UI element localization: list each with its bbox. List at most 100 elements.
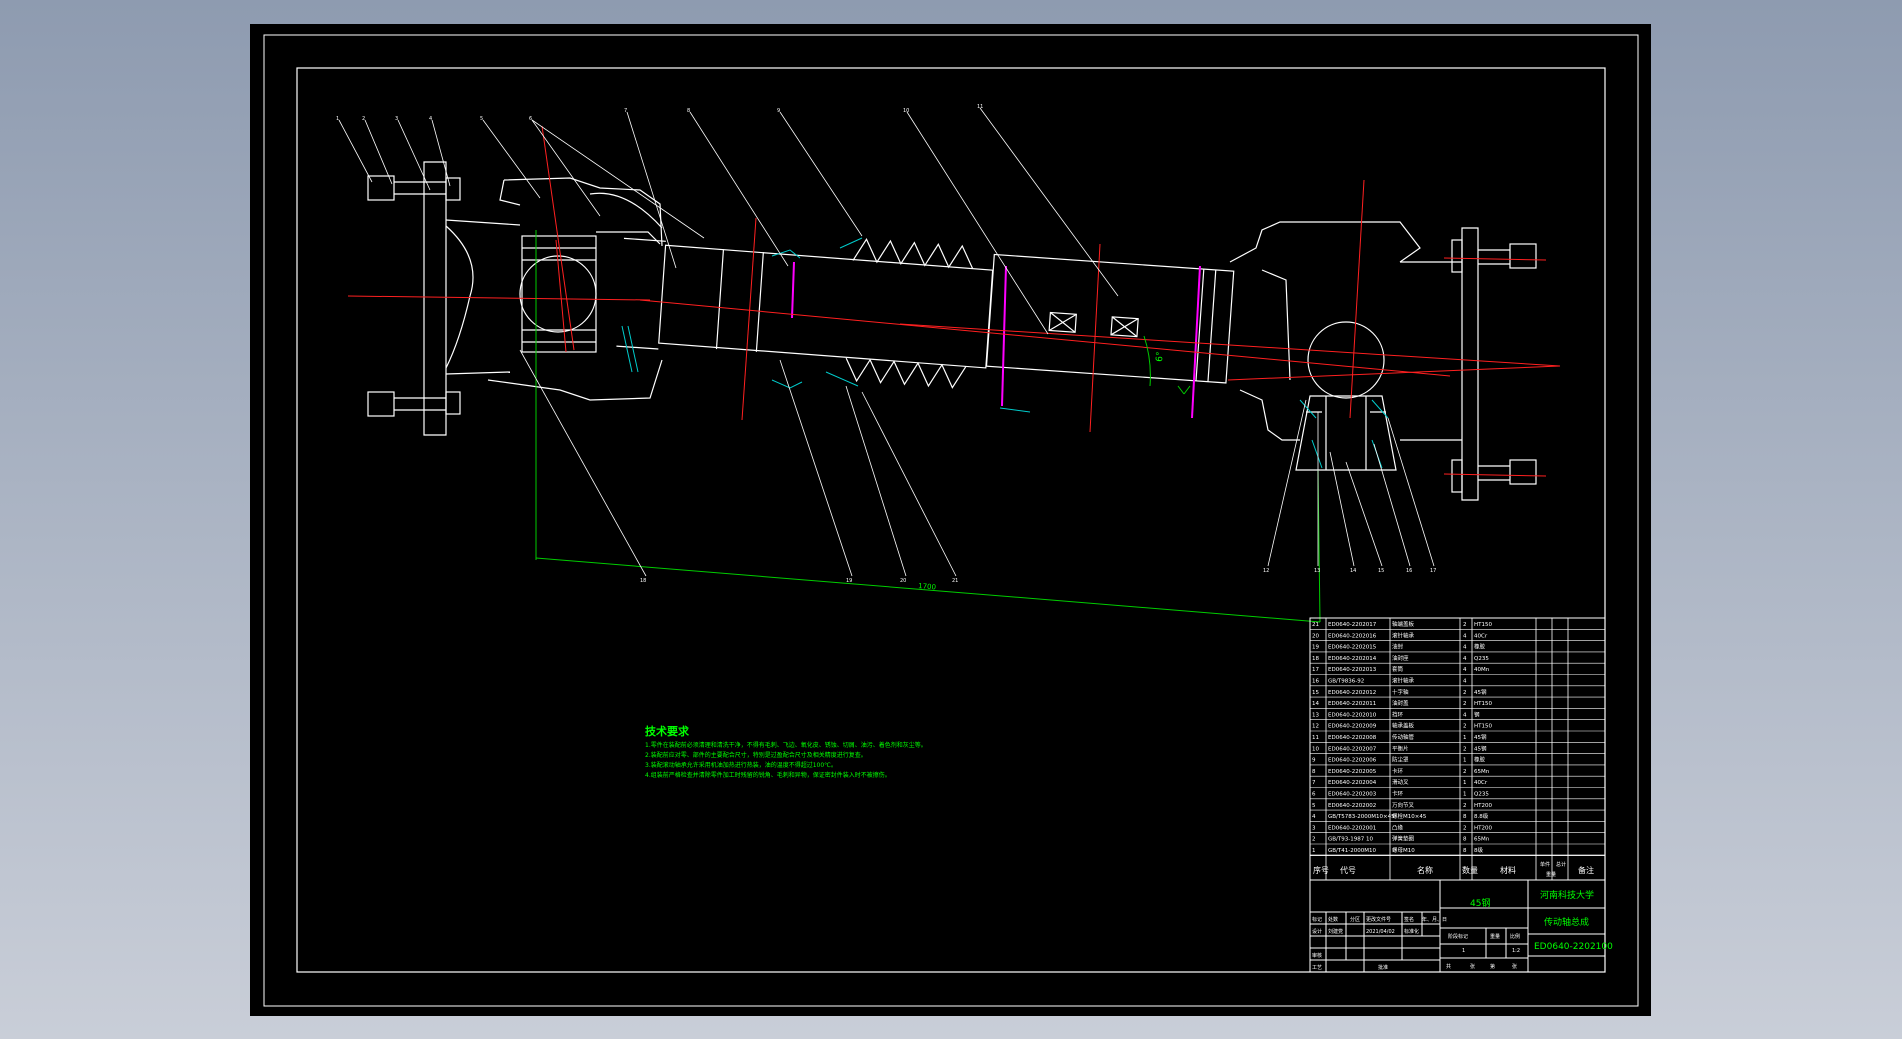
tb-label-ratio: 比例 — [1510, 933, 1520, 940]
bom-cell: 5 — [1312, 803, 1316, 809]
bom-cell: 2 — [1463, 825, 1467, 831]
note-line-2: 2.装配前应对零、部件的主要配合尺寸，特别是过盈配合尺寸及相关精度进行复查。 — [645, 751, 867, 759]
tb-date-value: 2021/04/02 — [1366, 929, 1395, 935]
balloon-15: 15 — [1378, 568, 1384, 574]
bom-cell: 轴端盖板 — [1392, 620, 1415, 628]
balloon-11: 11 — [977, 104, 983, 110]
balloon-4: 4 — [429, 116, 432, 122]
bom-cell: 18 — [1312, 656, 1319, 662]
tb-label-change: 更改文件号 — [1366, 916, 1391, 923]
bom-cell: 油封盖 — [1392, 699, 1409, 707]
tb-school: 河南科技大学 — [1540, 889, 1594, 901]
bom-cell: 40Mn — [1474, 667, 1490, 673]
bom-header-unit: 单件 — [1540, 861, 1550, 868]
bom-cell: 1 — [1463, 758, 1467, 764]
bom-cell: GB/T9836-92 — [1328, 679, 1364, 685]
bom-cell: 套筒 — [1392, 665, 1404, 673]
bom-cell: GB/T93-1987 10 — [1328, 837, 1373, 843]
balloon-1: 1 — [336, 116, 339, 122]
tb-label-sheet: 张 — [1470, 963, 1475, 970]
bom-header-material: 材料 — [1500, 865, 1516, 875]
bom-cell: 钢 — [1474, 710, 1480, 718]
bom-cell: ED0640-2202011 — [1328, 701, 1376, 707]
balloon-12: 12 — [1263, 568, 1269, 574]
tb-label-total: 共 — [1446, 963, 1451, 970]
balloon-5: 5 — [480, 116, 483, 122]
bom-cell: ED0640-2202004 — [1328, 780, 1377, 786]
bom-cell: ED0640-2202015 — [1328, 645, 1377, 651]
bom-cell: 16 — [1312, 679, 1319, 685]
bom-cell: ED0640-2202003 — [1328, 792, 1377, 798]
bom-cell: ED0640-2202010 — [1328, 712, 1377, 718]
tb-label-count: 处数 — [1328, 916, 1338, 923]
bom-cell: 螺母M10 — [1392, 846, 1415, 854]
balloon-20: 20 — [900, 578, 906, 584]
balloon-19: 19 — [846, 578, 852, 584]
bom-cell: 8 — [1463, 837, 1467, 843]
dimension-angle: 6° — [1155, 351, 1166, 362]
bom-cell: 2 — [1463, 769, 1467, 775]
tb-label-check: 审核 — [1312, 952, 1322, 959]
balloon-3: 3 — [395, 116, 398, 122]
bom-cell: ED0640-2202013 — [1328, 667, 1377, 673]
bom-cell: 传动轴管 — [1392, 733, 1415, 741]
bom-cell: 油封座 — [1392, 654, 1409, 662]
bom-cell: ED0640-2202017 — [1328, 622, 1377, 628]
balloon-6: 6 — [529, 116, 532, 122]
bom-cell: 12 — [1312, 724, 1319, 730]
bom-cell: HT150 — [1474, 724, 1492, 730]
bom-cell: 45钢 — [1474, 688, 1487, 696]
cad-drawing-sheet: 1700 6° 1 2 3 4 5 6 7 8 9 10 11 12 13 14… — [250, 24, 1651, 1016]
bom-cell: 2 — [1312, 837, 1316, 843]
bom-cell: 65Mn — [1474, 837, 1490, 843]
bom-cell: 45钢 — [1474, 744, 1487, 752]
bom-header-remark: 备注 — [1578, 865, 1594, 875]
bom-cell: 8级 — [1474, 846, 1483, 854]
bom-cell: 滚针轴承 — [1392, 677, 1415, 685]
tb-material: 45钢 — [1470, 897, 1490, 909]
tb-label-date: 年、月、日 — [1422, 916, 1447, 923]
bom-cell: ED0640-2202009 — [1328, 724, 1377, 730]
bom-cell: 防尘罩 — [1392, 756, 1409, 764]
balloon-10: 10 — [903, 108, 909, 114]
balloon-16: 16 — [1406, 568, 1412, 574]
bom-cell: 11 — [1312, 735, 1319, 741]
bom-cell: ED0640-2202005 — [1328, 769, 1377, 775]
bom-cell: 15 — [1312, 690, 1319, 696]
note-line-3: 3.装配滚动轴承允许采用机油加热进行热装，油的温度不得超过100℃。 — [645, 761, 837, 769]
tb-signer: 刘建党 — [1328, 928, 1343, 935]
bom-cell: 2 — [1463, 622, 1467, 628]
balloon-2: 2 — [362, 116, 365, 122]
bom-header-total: 总计 — [1556, 861, 1566, 868]
bom-cell: 橡胶 — [1474, 756, 1486, 764]
bom-cell: 滑动叉 — [1392, 778, 1409, 786]
bom-cell: 平衡片 — [1392, 744, 1409, 752]
bom-cell: 十字轴 — [1392, 688, 1409, 696]
bom-cell: ED0640-2202001 — [1328, 825, 1376, 831]
tb-label-sheet2: 张 — [1512, 963, 1517, 970]
bom-cell: HT150 — [1474, 622, 1492, 628]
bom-cell: ED0640-2202012 — [1328, 690, 1376, 696]
bom-cell: GB/T41-2000M10 — [1328, 848, 1376, 854]
bom-cell: ED0640-2202002 — [1328, 803, 1376, 809]
bom-cell: 2 — [1463, 746, 1467, 752]
bom-cell: 19 — [1312, 645, 1319, 651]
bom-cell: 8.8级 — [1474, 812, 1489, 820]
note-line-1: 1.零件在装配前必须清理和清洗干净，不得有毛刺、飞边、氧化皮、锈蚀、切屑、油污、… — [645, 741, 927, 749]
tb-drawing-name: 传动轴总成 — [1544, 916, 1589, 928]
tb-label-design: 设计 — [1312, 928, 1322, 935]
balloon-21: 21 — [952, 578, 958, 584]
bom-cell: 4 — [1463, 645, 1467, 651]
bom-cell: ED0640-2202007 — [1328, 746, 1377, 752]
bom-cell: HT200 — [1474, 803, 1492, 809]
bom-header-qty: 数量 — [1462, 865, 1478, 875]
bom-cell: 1 — [1312, 848, 1316, 854]
bom-cell: 油封 — [1392, 643, 1404, 651]
tb-label-sign: 签名 — [1404, 916, 1414, 923]
bom-cell: 1 — [1463, 792, 1467, 798]
note-line-4: 4.组装前严格检查并清除零件加工时残留的锐角、毛刺和异物，保证密封件装入时不被擦… — [645, 771, 891, 779]
balloon-13: 13 — [1314, 568, 1320, 574]
bom-cell: 7 — [1312, 780, 1316, 786]
bom-cell: Q235 — [1474, 656, 1489, 662]
tb-label-stage: 阶段标记 — [1448, 933, 1468, 940]
